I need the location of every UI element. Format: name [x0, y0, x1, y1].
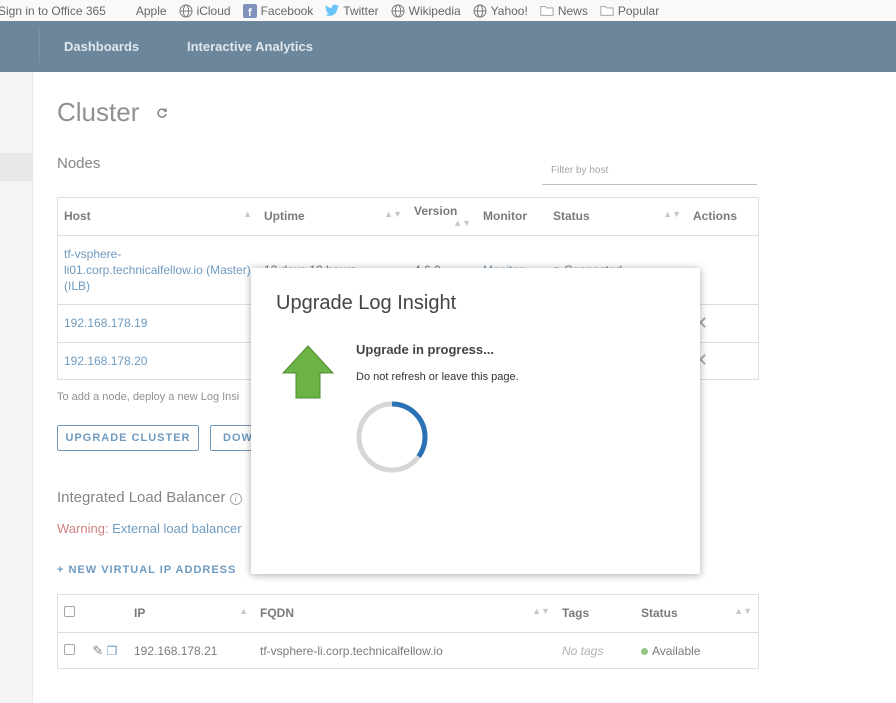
modal-heading: Upgrade in progress...: [356, 342, 494, 357]
progress-spinner: [355, 400, 429, 477]
upgrade-modal: Upgrade Log Insight Upgrade in progress.…: [251, 268, 700, 574]
modal-title: Upgrade Log Insight: [276, 292, 457, 314]
modal-message: Do not refresh or leave this page.: [356, 371, 519, 383]
upgrade-arrow-icon: [281, 345, 335, 402]
